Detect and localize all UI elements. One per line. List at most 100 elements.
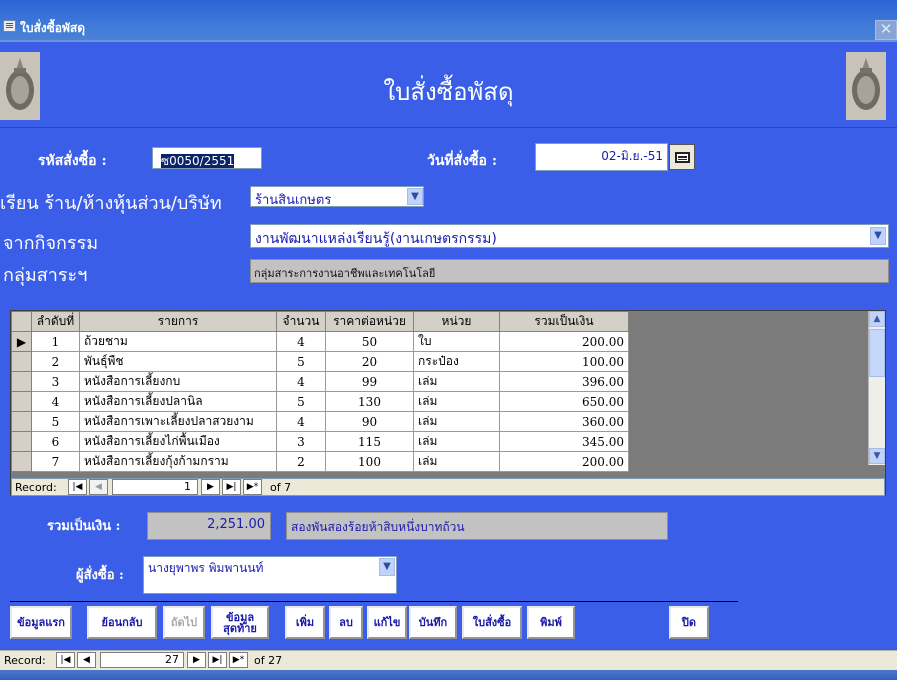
column-header[interactable]: ลำดับที่: [31, 311, 80, 332]
row-selector[interactable]: [11, 351, 32, 372]
table-cell[interactable]: หนังสือการเพาะเลี้ยงปลาสวยงาม: [79, 411, 277, 432]
activity-dropdown-chevron-down-icon[interactable]: ▼: [870, 227, 886, 245]
calendar-button[interactable]: [669, 144, 695, 170]
table-cell[interactable]: 4: [276, 331, 326, 352]
table-cell[interactable]: 200.00: [499, 331, 629, 352]
table-cell[interactable]: หนังสือการเลี้ยงกุ้งก้ามกราม: [79, 451, 277, 472]
table-cell[interactable]: 3: [276, 431, 326, 452]
main-next-record-icon[interactable]: ▶: [187, 652, 206, 668]
table-cell[interactable]: 6: [31, 431, 80, 452]
edit-record-button[interactable]: แก้ไข: [367, 606, 407, 639]
delete-record-button[interactable]: ลบ: [329, 606, 363, 639]
table-cell[interactable]: 50: [325, 331, 414, 352]
row-selector[interactable]: [11, 451, 32, 472]
print-button[interactable]: พิมพ์: [527, 606, 575, 639]
table-cell[interactable]: 1: [31, 331, 80, 352]
previous-record-icon[interactable]: ◀: [89, 479, 108, 495]
order-form-button[interactable]: ใบสั่งซื้อ: [462, 606, 522, 639]
activity-select[interactable]: งานพัฒนาแหล่งเรียนรู้(งานเกษตรกรรม): [250, 224, 889, 248]
table-row[interactable]: ▶ 1 ถ้วยชาม 4 50 ใบ 200.00: [11, 331, 629, 352]
column-header[interactable]: รวมเป็นเงิน: [499, 311, 629, 332]
save-record-button[interactable]: บันทึก: [409, 606, 457, 639]
shop-dropdown-chevron-down-icon[interactable]: ▼: [407, 188, 423, 205]
table-cell[interactable]: หนังสือการเลี้ยงไก่พื้นเมือง: [79, 431, 277, 452]
table-cell[interactable]: กระป๋อง: [413, 351, 500, 372]
shop-select[interactable]: ร้านสินเกษตร: [250, 186, 424, 208]
table-cell[interactable]: 100: [325, 451, 414, 472]
table-cell[interactable]: 360.00: [499, 411, 629, 432]
table-cell[interactable]: หนังสือการเลี้ยงปลานิล: [79, 391, 277, 412]
table-row[interactable]: 2 พันธุ์พืช 5 20 กระป๋อง 100.00: [11, 351, 629, 372]
items-datasheet[interactable]: ลำดับที่ รายการ จำนวน ราคาต่อหน่วย หน่วย…: [10, 310, 886, 496]
table-cell[interactable]: เล่ม: [413, 411, 500, 432]
first-record-button[interactable]: ข้อมูลแรก: [10, 606, 72, 639]
table-cell[interactable]: 5: [276, 391, 326, 412]
table-cell[interactable]: 5: [31, 411, 80, 432]
table-row[interactable]: 7 หนังสือการเลี้ยงกุ้งก้ามกราม 2 100 เล่…: [11, 451, 629, 472]
last-record-icon[interactable]: ▶|: [222, 479, 241, 495]
row-selector[interactable]: [11, 391, 32, 412]
buyer-select[interactable]: นางยุพาพร พิมพานนท์: [143, 556, 397, 594]
table-cell[interactable]: 200.00: [499, 451, 629, 472]
table-cell[interactable]: 90: [325, 411, 414, 432]
table-cell[interactable]: 4: [276, 371, 326, 392]
main-first-record-icon[interactable]: |◀: [56, 652, 75, 668]
table-cell[interactable]: เล่ม: [413, 371, 500, 392]
column-header[interactable]: ราคาต่อหน่วย: [325, 311, 414, 332]
table-cell[interactable]: 2: [31, 351, 80, 372]
row-selector[interactable]: [11, 371, 32, 392]
table-cell[interactable]: 99: [325, 371, 414, 392]
column-header[interactable]: หน่วย: [413, 311, 500, 332]
table-cell[interactable]: 650.00: [499, 391, 629, 412]
close-window-button[interactable]: ✕: [875, 20, 897, 40]
first-record-icon[interactable]: |◀: [68, 479, 87, 495]
table-cell[interactable]: 100.00: [499, 351, 629, 372]
row-selector[interactable]: [11, 411, 32, 432]
table-cell[interactable]: 130: [325, 391, 414, 412]
table-cell[interactable]: 4: [31, 391, 80, 412]
table-cell[interactable]: เล่ม: [413, 391, 500, 412]
table-cell[interactable]: พันธุ์พืช: [79, 351, 277, 372]
table-row[interactable]: 3 หนังสือการเลี้ยงกบ 4 99 เล่ม 396.00: [11, 371, 629, 392]
main-last-record-icon[interactable]: ▶|: [208, 652, 227, 668]
table-cell[interactable]: 7: [31, 451, 80, 472]
next-record-button[interactable]: ถัดไป: [163, 606, 205, 639]
table-cell[interactable]: 3: [31, 371, 80, 392]
row-selector[interactable]: [11, 431, 32, 452]
main-new-record-icon[interactable]: ▶*: [229, 652, 248, 668]
scroll-up-icon[interactable]: ▲: [869, 311, 885, 327]
subform-record-number-input[interactable]: 1: [112, 479, 198, 495]
order-date-field[interactable]: 02-มิ.ย.-51: [535, 143, 668, 171]
scroll-down-icon[interactable]: ▼: [869, 448, 885, 464]
next-record-icon[interactable]: ▶: [201, 479, 220, 495]
new-record-icon[interactable]: ▶*: [243, 479, 262, 495]
main-previous-record-icon[interactable]: ◀: [77, 652, 96, 668]
table-cell[interactable]: 20: [325, 351, 414, 372]
close-form-button[interactable]: ปิด: [669, 606, 709, 639]
grid-vertical-scrollbar[interactable]: ▲ ▼: [868, 311, 885, 465]
table-cell[interactable]: หนังสือการเลี้ยงกบ: [79, 371, 277, 392]
table-cell[interactable]: 2: [276, 451, 326, 472]
last-record-button[interactable]: ข้อมูล สุดท้าย: [211, 606, 269, 639]
add-record-button[interactable]: เพิ่ม: [285, 606, 325, 639]
table-cell[interactable]: เล่ม: [413, 431, 500, 452]
table-cell[interactable]: ใบ: [413, 331, 500, 352]
buyer-dropdown-chevron-down-icon[interactable]: ▼: [379, 558, 395, 576]
table-cell[interactable]: 4: [276, 411, 326, 432]
table-cell[interactable]: 396.00: [499, 371, 629, 392]
main-record-number-input[interactable]: 27: [100, 652, 184, 668]
column-header[interactable]: รายการ: [79, 311, 277, 332]
table-row[interactable]: 5 หนังสือการเพาะเลี้ยงปลาสวยงาม 4 90 เล่…: [11, 411, 629, 432]
scroll-thumb[interactable]: [869, 329, 885, 377]
table-cell[interactable]: 115: [325, 431, 414, 452]
table-cell[interactable]: ถ้วยชาม: [79, 331, 277, 352]
current-row-indicator-icon[interactable]: ▶: [11, 331, 32, 352]
previous-record-button[interactable]: ย้อนกลับ: [87, 606, 157, 639]
table-row[interactable]: 6 หนังสือการเลี้ยงไก่พื้นเมือง 3 115 เล่…: [11, 431, 629, 452]
order-no-field[interactable]: ซ0050/2551: [152, 147, 262, 169]
column-header[interactable]: จำนวน: [276, 311, 326, 332]
table-cell[interactable]: 5: [276, 351, 326, 372]
table-cell[interactable]: เล่ม: [413, 451, 500, 472]
table-cell[interactable]: 345.00: [499, 431, 629, 452]
table-row[interactable]: 4 หนังสือการเลี้ยงปลานิล 5 130 เล่ม 650.…: [11, 391, 629, 412]
